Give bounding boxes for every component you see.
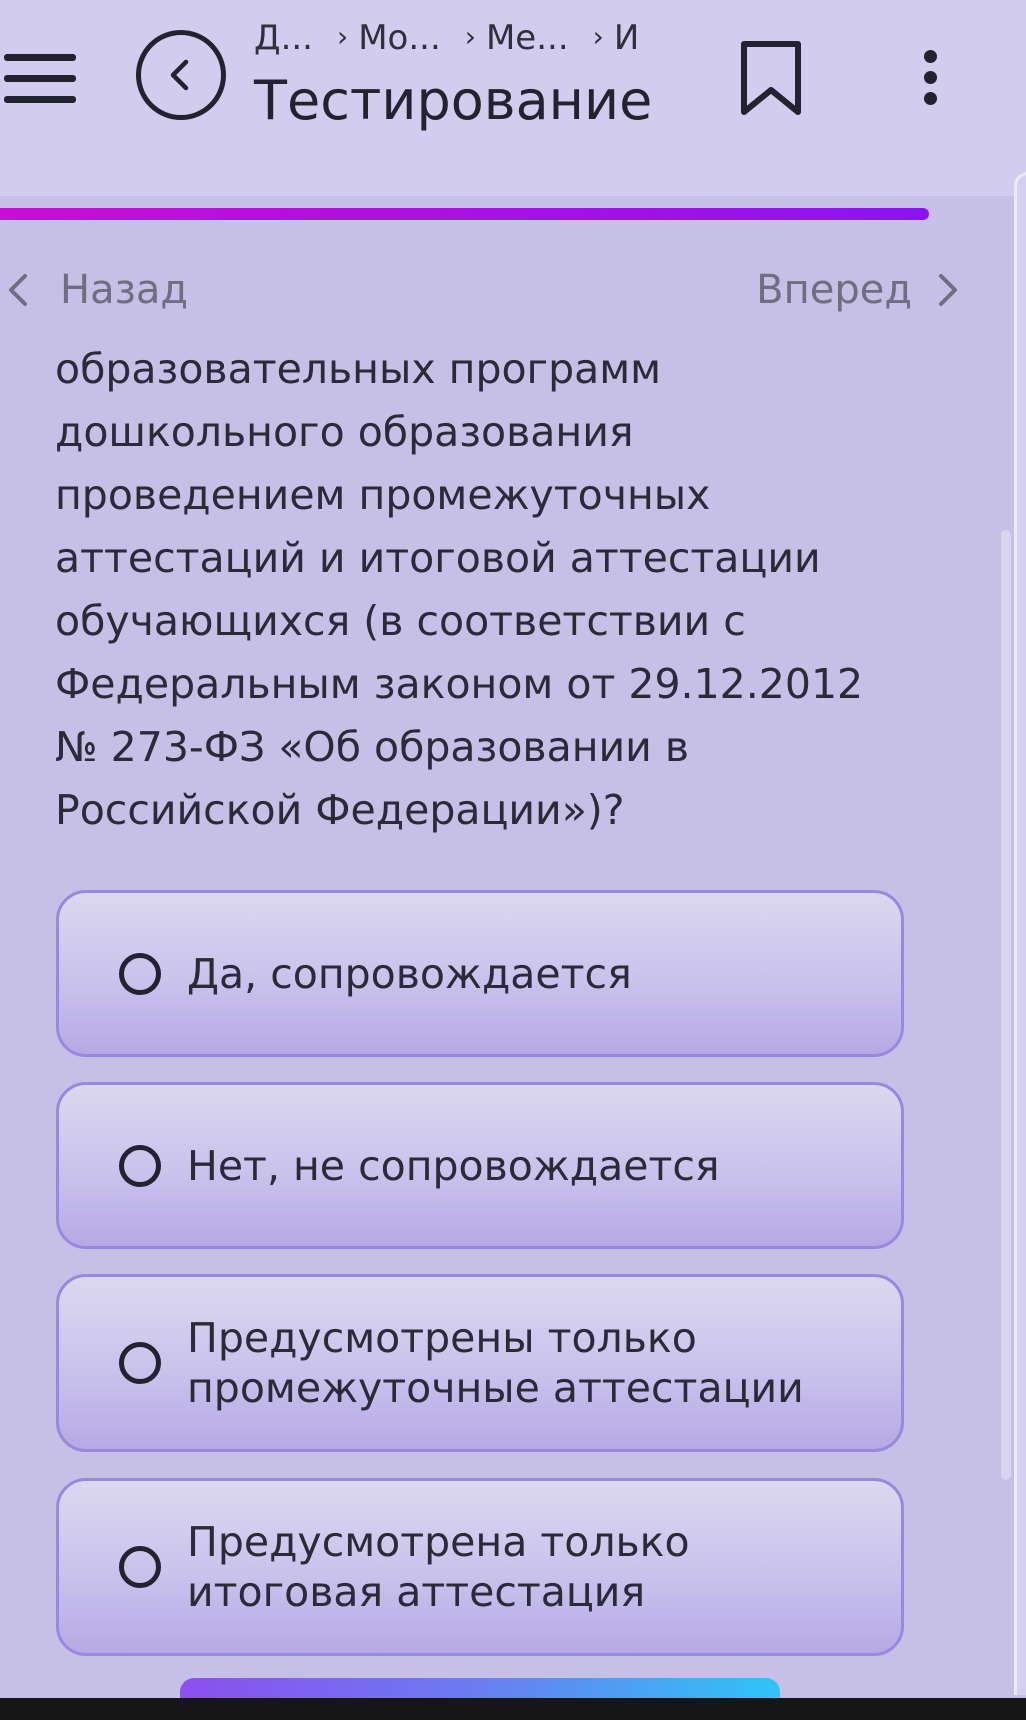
question-line: № 273-ФЗ «Об образовании в [55,723,689,771]
question-line: дошкольного образования [55,408,634,456]
system-navigation-bar [0,1698,1026,1720]
progress-bar [0,208,978,220]
breadcrumb-separator-icon: › [592,20,604,53]
question-text: образовательных программ дошкольного обр… [55,338,955,842]
next-question-label: Вперед [756,267,912,313]
page-scrollbar[interactable] [1014,172,1026,1695]
more-vertical-icon[interactable] [912,50,948,106]
answer-option-no[interactable]: Нет, не сопровождается [56,1082,904,1249]
chevron-left-icon [6,272,30,308]
breadcrumb-item[interactable]: Ме... [486,15,569,60]
question-line: образовательных программ [55,345,662,393]
progress-bar-fill [0,208,930,220]
breadcrumb-item[interactable]: Мо... [358,15,441,60]
radio-button[interactable] [119,1145,161,1187]
radio-button[interactable] [119,953,161,995]
answer-label: Да, сопровождается [187,950,632,998]
answer-label: Предусмотрена только итоговая аттестация [187,1518,690,1616]
answer-option-intermediate-only[interactable]: Предусмотрены только промежуточные аттес… [56,1274,904,1452]
question-line: Федеральным законом от 29.12.2012 [55,660,864,708]
back-button[interactable] [136,30,226,120]
page-title: Тестирование [254,69,653,132]
answer-option-yes[interactable]: Да, сопровождается [56,890,904,1057]
answer-label: Нет, не сопровождается [187,1142,720,1190]
question-line: Российской Федерации»)? [55,786,625,834]
breadcrumb-separator-icon: › [464,20,476,53]
next-question-button[interactable]: Вперед [756,262,960,318]
answer-option-final-only[interactable]: Предусмотрена только итоговая аттестация [56,1478,904,1656]
breadcrumb-separator-icon: › [337,20,349,53]
answer-label: Предусмотрены только промежуточные аттес… [187,1314,804,1412]
chevron-left-icon [170,59,189,91]
prev-question-button[interactable]: Назад [6,262,188,318]
app-header: Д... › Мо... › Ме... › И Тестирование [0,0,1026,196]
breadcrumb: Д... › Мо... › Ме... › И [254,14,656,60]
breadcrumb-item[interactable]: Д... [254,15,313,60]
content-scrollbar[interactable] [1001,530,1011,1480]
submit-button[interactable] [180,1678,780,1698]
prev-question-label: Назад [60,267,189,313]
hamburger-icon[interactable] [4,54,76,104]
question-line: аттестаций и итоговой аттестации [55,534,821,582]
bookmark-icon[interactable] [738,40,804,118]
question-line: проведением промежуточных [55,471,711,519]
breadcrumb-item[interactable]: И [614,15,639,60]
radio-button[interactable] [119,1546,161,1588]
question-line: обучающихся (в соответствии с [55,597,746,645]
chevron-right-icon [936,272,960,308]
radio-button[interactable] [119,1342,161,1384]
